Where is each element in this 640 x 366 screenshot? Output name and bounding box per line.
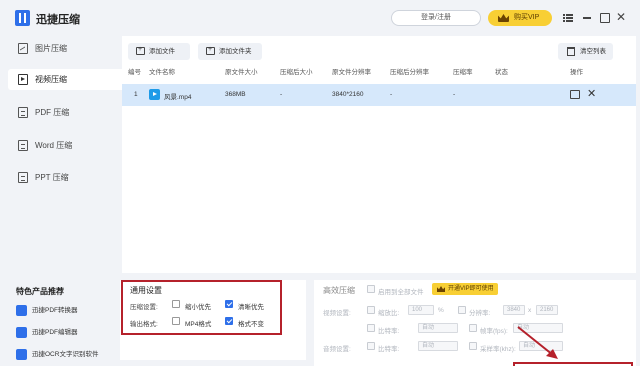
annotation-arrow [517, 326, 558, 359]
start-button-highlight[interactable] [513, 362, 633, 366]
